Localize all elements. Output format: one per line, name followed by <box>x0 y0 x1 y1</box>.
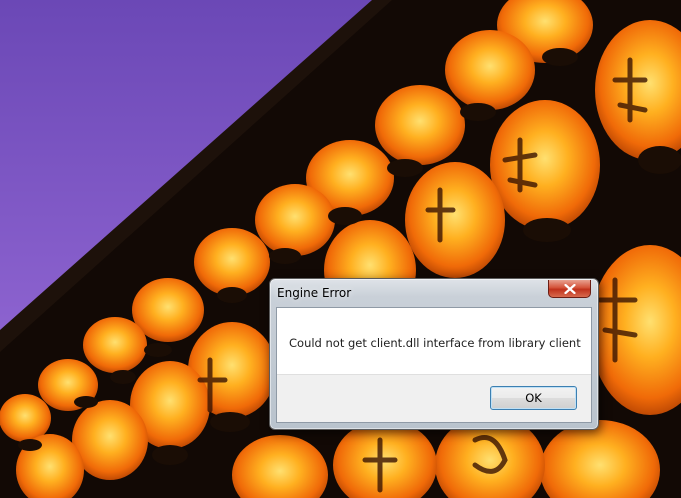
close-icon <box>563 283 576 294</box>
close-button[interactable] <box>548 280 591 298</box>
desktop: Engine Error Could not get client.dll in… <box>0 0 681 498</box>
dialog-title: Engine Error <box>277 286 352 300</box>
ok-button[interactable]: OK <box>490 386 577 410</box>
dialog-button-area: OK <box>277 374 591 422</box>
engine-error-dialog: Engine Error Could not get client.dll in… <box>269 278 599 430</box>
dialog-content: Could not get client.dll interface from … <box>276 307 592 423</box>
error-message: Could not get client.dll interface from … <box>289 336 581 350</box>
dialog-titlebar[interactable]: Engine Error <box>270 279 598 307</box>
